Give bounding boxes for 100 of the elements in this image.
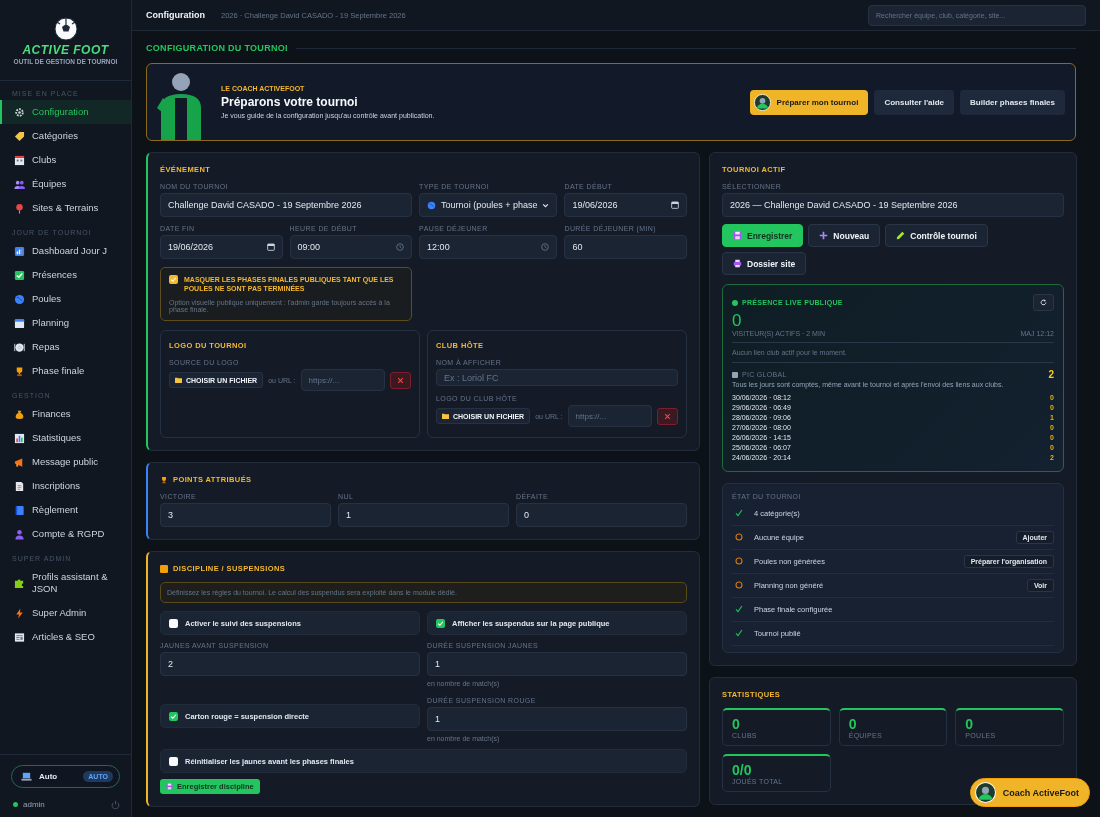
sidebar-item[interactable]: Inscriptions <box>0 474 131 498</box>
avatar-icon <box>974 782 996 803</box>
text-field[interactable]: 60 <box>564 235 687 259</box>
peak-value: 2 <box>1048 369 1054 380</box>
number-field[interactable]: 3 <box>160 503 331 527</box>
sidebar-item[interactable]: Statistiques <box>0 426 131 450</box>
number-field[interactable]: 1 <box>338 503 509 527</box>
document-icon <box>14 480 25 492</box>
banner-button[interactable]: Consulter l'aide <box>874 89 955 115</box>
logo-text: ACTIVE FOOT <box>22 42 109 57</box>
action-button[interactable]: Dossier site <box>722 252 807 275</box>
tag-icon <box>14 130 25 142</box>
select-field[interactable]: 2026 — Challenge David CASADO - 19 Septembre 2026 <box>722 193 1064 217</box>
floppy-icon <box>733 231 742 240</box>
sidebar-item[interactable]: Planning <box>0 311 131 335</box>
close-button[interactable] <box>657 407 678 425</box>
globe-icon <box>14 293 25 305</box>
refresh-icon <box>1040 299 1047 306</box>
sidebar-item[interactable]: Message public <box>0 450 131 474</box>
time-field[interactable]: 12:00 <box>419 235 558 259</box>
banner-button[interactable]: Préparer mon tournoi <box>749 89 869 115</box>
sidebar-item[interactable]: Règlement <box>0 498 131 522</box>
gear-icon <box>14 106 25 118</box>
bar-chart-icon <box>14 432 25 444</box>
trophy-icon <box>14 365 25 377</box>
date-field[interactable]: 19/06/2026 <box>564 193 687 217</box>
sidebar-item[interactable]: Phase finale <box>0 359 131 383</box>
stat-value: 0 <box>732 715 741 732</box>
page-heading: Configuration <box>146 10 205 20</box>
text-field[interactable]: Challenge David CASADO - 19 Septembre 2026 <box>160 193 413 217</box>
money-bag-icon <box>14 408 25 420</box>
caret-icon <box>542 201 550 209</box>
calendar-icon <box>671 201 679 209</box>
sidebar-item[interactable]: Configuration <box>0 100 131 124</box>
checkbox[interactable] <box>169 618 178 628</box>
sidebar-item[interactable]: Compte & RGPD <box>0 522 131 546</box>
visitor-count: 0 <box>732 312 743 330</box>
newspaper-icon <box>14 631 25 643</box>
book-icon <box>14 504 25 516</box>
clock-icon <box>541 243 550 251</box>
sidebar-item[interactable]: Repas <box>0 335 131 359</box>
plate-icon <box>14 341 25 353</box>
select-field[interactable]: Tournoi (poules + phase <box>419 193 558 217</box>
folder-icon <box>175 377 182 383</box>
number-field[interactable]: 1 <box>427 652 687 676</box>
sidebar-item[interactable]: Équipes <box>0 172 131 196</box>
trophy-icon <box>160 475 168 484</box>
close-button[interactable] <box>390 371 411 389</box>
dashboard-icon <box>14 245 25 257</box>
live-dot <box>732 299 738 306</box>
user-name: admin <box>23 800 46 809</box>
section-title: CONFIGURATION DU TOURNOI <box>146 43 288 53</box>
time-field[interactable]: 09:00 <box>289 235 413 259</box>
sidebar-item[interactable]: Super Admin <box>0 601 131 625</box>
action-button[interactable]: Nouveau <box>808 224 881 247</box>
checkbox[interactable] <box>169 275 178 284</box>
sidebar-item[interactable]: Profils assistant & JSON <box>0 565 131 601</box>
checkbox[interactable] <box>436 618 445 628</box>
stat-value: 0 <box>848 715 857 732</box>
pencil-icon <box>896 231 906 240</box>
people-icon <box>14 178 25 190</box>
sidebar-item[interactable]: Catégories <box>0 124 131 148</box>
square-icon <box>160 564 168 573</box>
refresh-button[interactable] <box>1033 294 1054 311</box>
sidebar-item[interactable]: Finances <box>0 402 131 426</box>
megaphone-icon <box>14 456 25 468</box>
checkbox-icon <box>14 269 25 281</box>
laptop-icon <box>21 771 32 782</box>
lightning-icon <box>14 607 25 619</box>
user-icon <box>14 528 25 540</box>
coach-button[interactable]: Coach ActiveFoot <box>969 778 1090 807</box>
sidebar-item[interactable]: Articles & SEO <box>0 625 131 649</box>
number-field[interactable]: 0 <box>516 503 687 527</box>
folder-icon <box>442 413 449 419</box>
pin-icon <box>14 202 25 214</box>
checkbox[interactable] <box>169 756 178 766</box>
stat-value: 0/0 <box>732 761 752 778</box>
floppy-icon <box>166 783 173 790</box>
action-button[interactable]: Enregistrer <box>722 224 804 247</box>
date-field[interactable]: 19/06/2026 <box>160 235 283 259</box>
sidebar-item[interactable]: Sites & Terrains <box>0 196 131 220</box>
sidebar-item[interactable]: Présences <box>0 263 131 287</box>
puzzle-icon <box>14 577 25 589</box>
number-field[interactable]: 2 <box>160 652 420 676</box>
banner-button[interactable]: Builder phases finales <box>960 89 1065 115</box>
calendar-icon <box>266 243 275 251</box>
number-field[interactable]: 1 <box>427 707 687 731</box>
stat-value: 0 <box>965 715 975 732</box>
clock-icon <box>396 243 405 251</box>
checkbox[interactable] <box>169 711 178 721</box>
plus-icon <box>819 231 829 240</box>
sidebar-item[interactable]: Poules <box>0 287 131 311</box>
sidebar-item[interactable]: Clubs <box>0 148 131 172</box>
banner-title: Préparons votre tournoi <box>221 95 359 109</box>
action-button[interactable]: Contrôle tournoi <box>885 224 988 247</box>
sidebar-item[interactable]: Dashboard Jour J <box>0 239 131 263</box>
avatar-icon <box>753 93 771 111</box>
close-icon <box>397 376 404 384</box>
close-icon <box>664 412 671 420</box>
printer-icon <box>733 259 742 268</box>
